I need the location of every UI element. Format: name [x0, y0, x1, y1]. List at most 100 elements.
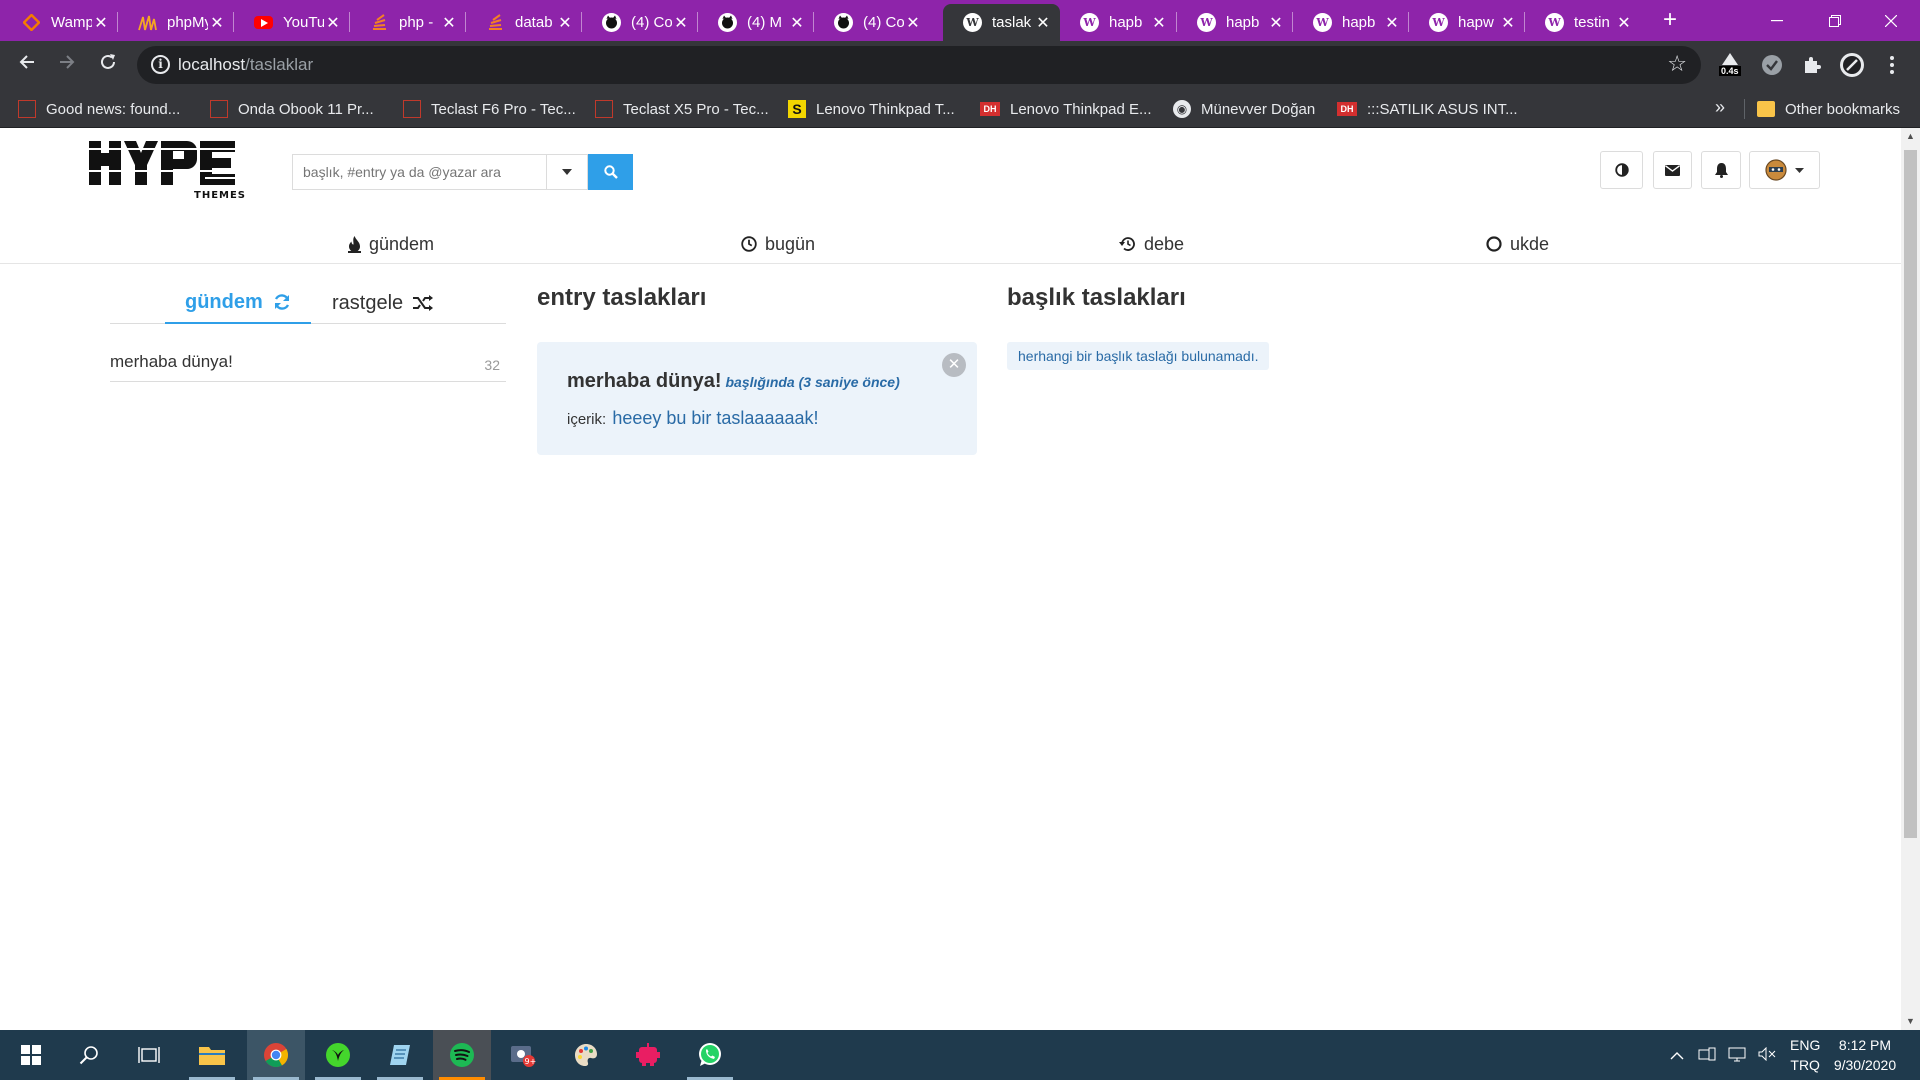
close-tab-icon[interactable]: ✕	[1615, 13, 1633, 33]
scroll-down-arrow[interactable]: ▼	[1901, 1013, 1920, 1030]
bookmark-item[interactable]: Good news: found...	[18, 98, 180, 120]
close-tab-icon[interactable]: ✕	[556, 13, 574, 33]
restore-button[interactable]	[1806, 0, 1864, 41]
close-tab-icon[interactable]: ✕	[208, 13, 226, 33]
browser-tab-active[interactable]: W taslak ✕	[943, 4, 1060, 41]
user-menu-button[interactable]	[1749, 151, 1820, 189]
fire-icon	[348, 235, 361, 253]
browser-tab[interactable]: datab ✕	[466, 4, 582, 41]
hype-themes-logo[interactable]: THEMES	[87, 139, 249, 201]
search-taskbar-button[interactable]	[60, 1030, 118, 1080]
browser-tab[interactable]: (4) Co ✕	[582, 4, 698, 41]
chrome-app[interactable]	[247, 1030, 305, 1080]
nav-item-bugun[interactable]: bugün	[741, 224, 815, 264]
search-options-dropdown[interactable]	[546, 154, 588, 190]
search-input[interactable]	[292, 154, 546, 190]
draft-content-link[interactable]: heeey bu bir taslaaaaaak!	[612, 408, 818, 428]
bookmark-item[interactable]: ◉ Münevver Doğan	[1173, 98, 1315, 120]
browser-tab[interactable]: phpMy ✕	[118, 4, 234, 41]
system-clock[interactable]: 8:12 PM 9/30/2020	[1829, 1035, 1901, 1075]
browser-tab[interactable]: php - ✕	[350, 4, 466, 41]
profile-avatar-icon[interactable]	[1838, 51, 1866, 79]
browser-tab[interactable]: W hapb ✕	[1293, 4, 1409, 41]
other-bookmarks-label: Other bookmarks	[1785, 100, 1901, 118]
close-tab-icon[interactable]: ✕	[1034, 13, 1052, 33]
browser-tab[interactable]: YouTu ✕	[234, 4, 350, 41]
extensions-puzzle-icon[interactable]	[1798, 51, 1826, 79]
bookmark-star-icon[interactable]: ☆	[1667, 51, 1687, 77]
close-tab-icon[interactable]: ✕	[1150, 13, 1168, 33]
battery-icon[interactable]	[1698, 1047, 1716, 1064]
browser-tab[interactable]: W hapb ✕	[1177, 4, 1293, 41]
contrast-icon	[1614, 163, 1629, 177]
notepad-app[interactable]	[371, 1030, 429, 1080]
close-tab-icon[interactable]: ✕	[92, 13, 110, 33]
bookmark-item[interactable]: S Lenovo Thinkpad T...	[788, 98, 955, 120]
close-window-button[interactable]	[1862, 0, 1920, 41]
browser-tab[interactable]: (4) M ✕	[698, 4, 814, 41]
minimize-button[interactable]	[1748, 0, 1806, 41]
other-bookmarks[interactable]: Other bookmarks	[1757, 98, 1900, 120]
browser-tab[interactable]: W hapw ✕	[1409, 4, 1525, 41]
volume-muted-icon[interactable]	[1758, 1046, 1776, 1064]
close-tab-icon[interactable]: ✕	[1267, 13, 1285, 33]
theme-toggle-button[interactable]	[1600, 151, 1643, 189]
task-view-button[interactable]	[120, 1030, 178, 1080]
refresh-icon[interactable]	[273, 293, 291, 311]
bookmark-item[interactable]: DH:::SATILIK ASUS INT...	[1337, 98, 1518, 120]
list-item[interactable]: merhaba dünya! 32	[110, 343, 506, 382]
new-tab-button[interactable]: +	[1656, 6, 1684, 34]
draft-card: merhaba dünya! başlığında (3 saniye önce)…	[537, 342, 977, 455]
browser-tab-title: Wamp	[51, 14, 92, 31]
browser-tab[interactable]: W hapb ✕	[1060, 4, 1176, 41]
messages-button[interactable]	[1653, 151, 1692, 189]
bookmark-label: Teclast F6 Pro - Tec...	[431, 100, 576, 118]
reload-button[interactable]	[93, 50, 123, 80]
close-tab-icon[interactable]: ✕	[1383, 13, 1401, 33]
tab-rastgele[interactable]: rastgele	[332, 282, 434, 324]
tab-gundem[interactable]: gündem	[165, 282, 311, 324]
draft-topic-link[interactable]: merhaba dünya!	[567, 370, 721, 392]
close-tab-icon[interactable]: ✕	[788, 13, 806, 33]
robot-app[interactable]	[619, 1030, 677, 1080]
show-hidden-icons-icon[interactable]	[1670, 1047, 1684, 1063]
browser-tab[interactable]: W testin ✕	[1525, 4, 1641, 41]
nav-item-debe[interactable]: debe	[1119, 224, 1184, 264]
address-bar[interactable]: i localhost/taslaklar ☆	[137, 46, 1701, 84]
close-tab-icon[interactable]: ✕	[1499, 13, 1517, 33]
delete-draft-icon[interactable]: ✕	[942, 353, 966, 377]
bookmark-item[interactable]: Teclast F6 Pro - Tec...	[403, 98, 576, 120]
whatsapp-app[interactable]	[681, 1030, 739, 1080]
page-scrollbar[interactable]: ▲ ▼	[1901, 128, 1920, 1030]
file-explorer-app[interactable]	[183, 1030, 241, 1080]
mail-app[interactable]: 9+	[495, 1030, 553, 1080]
extension-timer-icon[interactable]: 0.4s	[1716, 51, 1744, 79]
extension-check-icon[interactable]	[1758, 51, 1786, 79]
nav-item-ukde[interactable]: ukde	[1486, 224, 1549, 264]
scroll-up-arrow[interactable]: ▲	[1901, 128, 1920, 145]
browser-tab[interactable]: (4) Co ✕	[814, 4, 930, 41]
forward-button[interactable]	[52, 50, 82, 80]
close-tab-icon[interactable]: ✕	[672, 13, 690, 33]
start-button[interactable]	[2, 1030, 60, 1080]
site-info-icon[interactable]: i	[151, 55, 170, 74]
browser-menu-icon[interactable]	[1878, 51, 1906, 79]
network-icon[interactable]	[1728, 1046, 1746, 1065]
more-bookmarks-button[interactable]: »	[1715, 97, 1725, 118]
scrollbar-thumb[interactable]	[1904, 150, 1917, 838]
spotify-app[interactable]	[433, 1030, 491, 1080]
close-tab-icon[interactable]: ✕	[440, 13, 458, 33]
input-language[interactable]: ENG TRQ	[1790, 1035, 1820, 1075]
notifications-button[interactable]	[1701, 151, 1741, 189]
bookmark-item[interactable]: Onda Obook 11 Pr...	[210, 98, 374, 120]
nav-item-gundem[interactable]: gündem	[348, 224, 434, 264]
razer-app[interactable]	[309, 1030, 367, 1080]
back-button[interactable]	[12, 50, 42, 80]
paint-app[interactable]	[557, 1030, 615, 1080]
search-button[interactable]	[588, 154, 633, 190]
close-tab-icon[interactable]: ✕	[904, 13, 922, 33]
bookmark-item[interactable]: Teclast X5 Pro - Tec...	[595, 98, 769, 120]
browser-tab[interactable]: Wamp ✕	[2, 4, 118, 41]
close-tab-icon[interactable]: ✕	[324, 13, 342, 33]
bookmark-item[interactable]: DH Lenovo Thinkpad E...	[980, 98, 1152, 120]
